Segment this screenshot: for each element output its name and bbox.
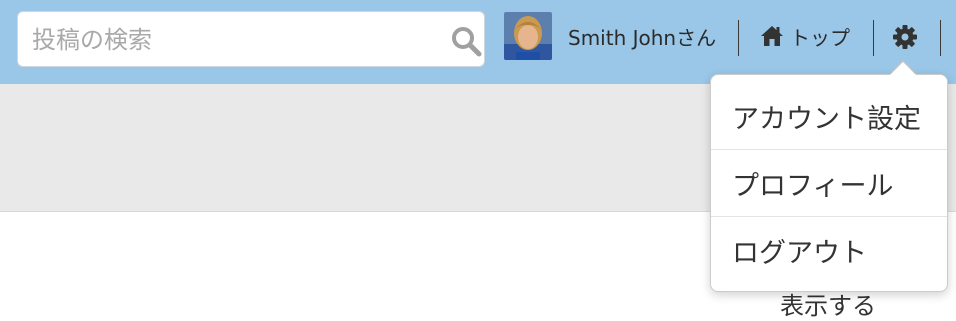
user-name[interactable]: Smith Johnさん: [568, 22, 716, 51]
search-box[interactable]: [17, 11, 485, 68]
settings-dropdown-menu: アカウント設定 プロフィール ログアウト: [710, 74, 948, 292]
user-avatar[interactable]: [504, 12, 552, 60]
gear-icon[interactable]: [892, 24, 918, 50]
home-link-label: トップ: [790, 25, 850, 50]
nav-divider: [873, 20, 874, 56]
top-navbar: Smith Johnさん トップ: [0, 0, 956, 84]
home-icon: [761, 26, 783, 46]
menu-item-profile[interactable]: プロフィール: [711, 150, 947, 216]
nav-divider: [940, 20, 941, 56]
search-input[interactable]: [30, 12, 434, 68]
nav-divider: [738, 20, 739, 56]
home-link[interactable]: トップ: [760, 22, 850, 50]
menu-item-account-settings[interactable]: アカウント設定: [711, 83, 947, 149]
menu-item-logout[interactable]: ログアウト: [711, 217, 947, 283]
search-icon[interactable]: [450, 25, 482, 57]
dropdown-caret-fill: [889, 62, 917, 76]
